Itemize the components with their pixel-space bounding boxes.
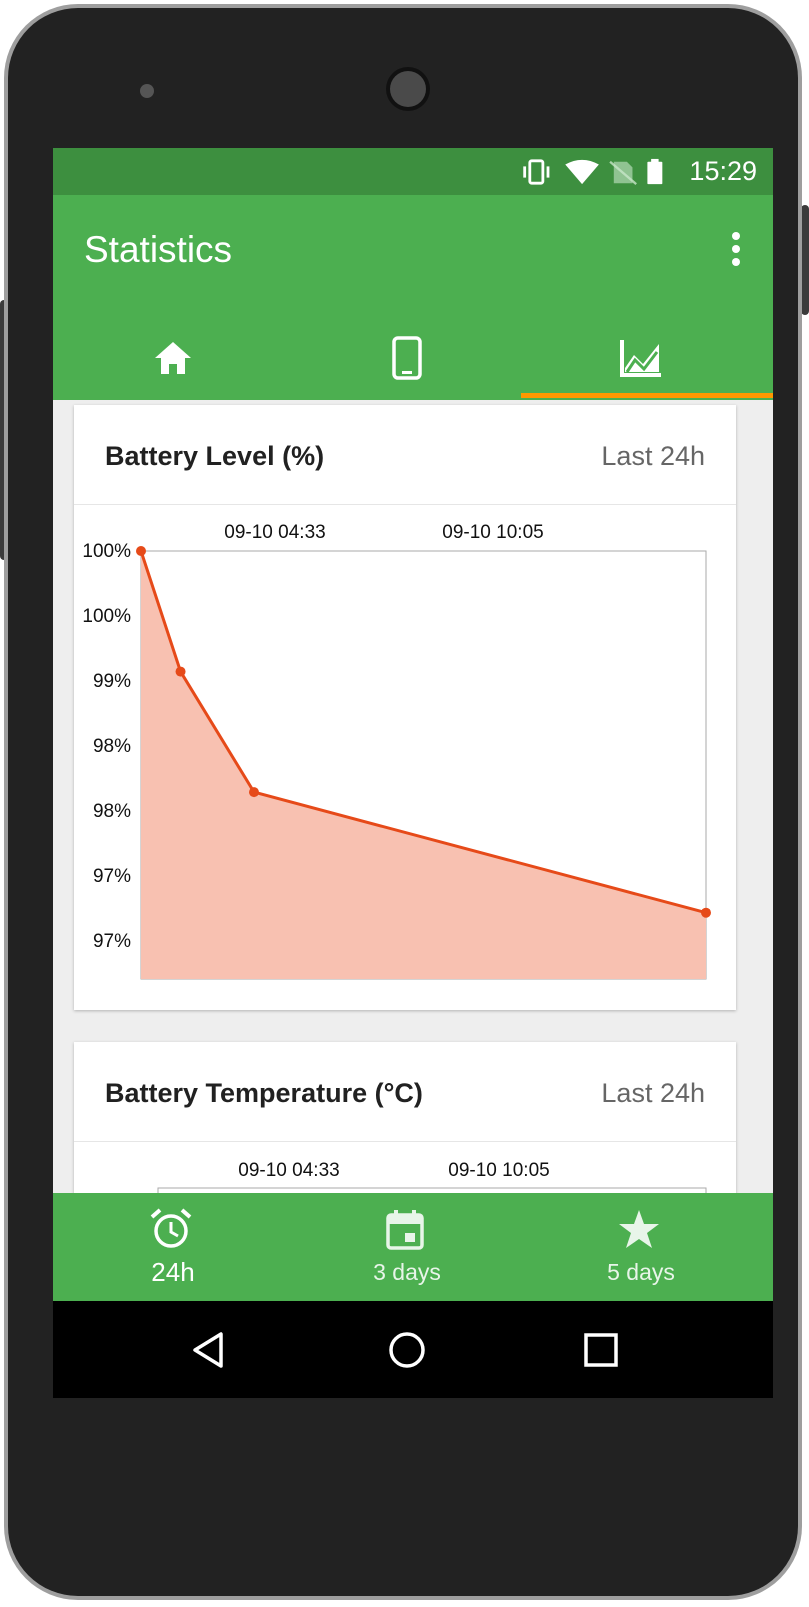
app-bar: Statistics (53, 195, 773, 400)
x-tick-label: 09-10 10:05 (448, 1160, 549, 1181)
chart-icon (620, 339, 661, 377)
x-tick-label: 09-10 10:05 (442, 522, 543, 543)
bottom-nav-label: 3 days (373, 1259, 441, 1285)
calendar-icon (386, 1210, 424, 1250)
phone-frame: 15:29 Statistics Battery Level (%) Last … (8, 8, 798, 1596)
alarm-icon (150, 1208, 192, 1248)
star-icon (619, 1210, 659, 1248)
home-icon (155, 341, 191, 374)
content-scroll[interactable]: Battery Level (%) Last 24h 09-10 04:33 0… (53, 400, 773, 1242)
power-button (801, 205, 809, 315)
status-bar: 15:29 (53, 148, 773, 195)
vibrate-icon (523, 159, 550, 185)
back-icon (193, 1331, 223, 1368)
y-tick-label: 99% (93, 671, 131, 692)
no-sim-icon (609, 160, 637, 186)
screen: 15:29 Statistics Battery Level (%) Last … (53, 148, 773, 1398)
card-title: Battery Level (%) (105, 441, 325, 471)
y-tick-label: 100% (82, 606, 131, 627)
data-point (136, 546, 146, 556)
bottom-nav-5-days[interactable]: 5 days (521, 1193, 761, 1301)
x-tick-label: 09-10 04:33 (224, 522, 325, 543)
home-circle-icon (389, 1331, 425, 1368)
recents-button[interactable] (481, 1301, 721, 1398)
y-tick-label: 100% (82, 541, 131, 562)
y-tick-label: 97% (93, 866, 131, 887)
recents-icon (584, 1332, 618, 1367)
data-point (249, 787, 259, 798)
data-point (701, 907, 711, 918)
tab-bar (53, 315, 773, 400)
bottom-nav-label: 5 days (607, 1259, 675, 1285)
tab-phone[interactable] (287, 315, 527, 400)
sensor-dot (140, 84, 154, 98)
battery-icon (647, 158, 663, 185)
tab-statistics[interactable] (521, 315, 761, 400)
bottom-navigation: 24h 3 days 5 days (53, 1193, 773, 1301)
more-vert-icon[interactable] (729, 231, 743, 267)
bottom-nav-label: 24h (151, 1257, 195, 1287)
bottom-nav-3-days[interactable]: 3 days (287, 1193, 527, 1301)
battery-level-card: Battery Level (%) Last 24h 09-10 04:33 0… (74, 405, 736, 1010)
card-range: Last 24h (601, 1078, 705, 1108)
page-title: Statistics (84, 229, 233, 270)
bottom-nav-24h[interactable]: 24h (53, 1193, 293, 1301)
series-area (141, 551, 706, 979)
y-tick-label: 98% (93, 801, 131, 822)
card-range: Last 24h (601, 441, 705, 471)
tab-home[interactable] (53, 315, 293, 400)
system-nav-bar (53, 1301, 773, 1398)
tab-indicator (521, 393, 773, 398)
status-time: 15:29 (689, 156, 757, 186)
x-tick-label: 09-10 04:33 (238, 1160, 339, 1181)
data-point (175, 666, 186, 677)
y-tick-label: 98% (93, 736, 131, 757)
wifi-icon (565, 159, 599, 185)
battery-level-chart: 09-10 04:33 09-10 10:05 100% 100% 99% 98… (82, 522, 711, 980)
card-title: Battery Temperature (°C) (105, 1078, 423, 1108)
phone-icon (392, 335, 422, 380)
y-tick-label: 97% (93, 931, 131, 952)
front-camera (390, 71, 426, 107)
volume-button (0, 300, 8, 560)
status-icons (523, 158, 663, 186)
